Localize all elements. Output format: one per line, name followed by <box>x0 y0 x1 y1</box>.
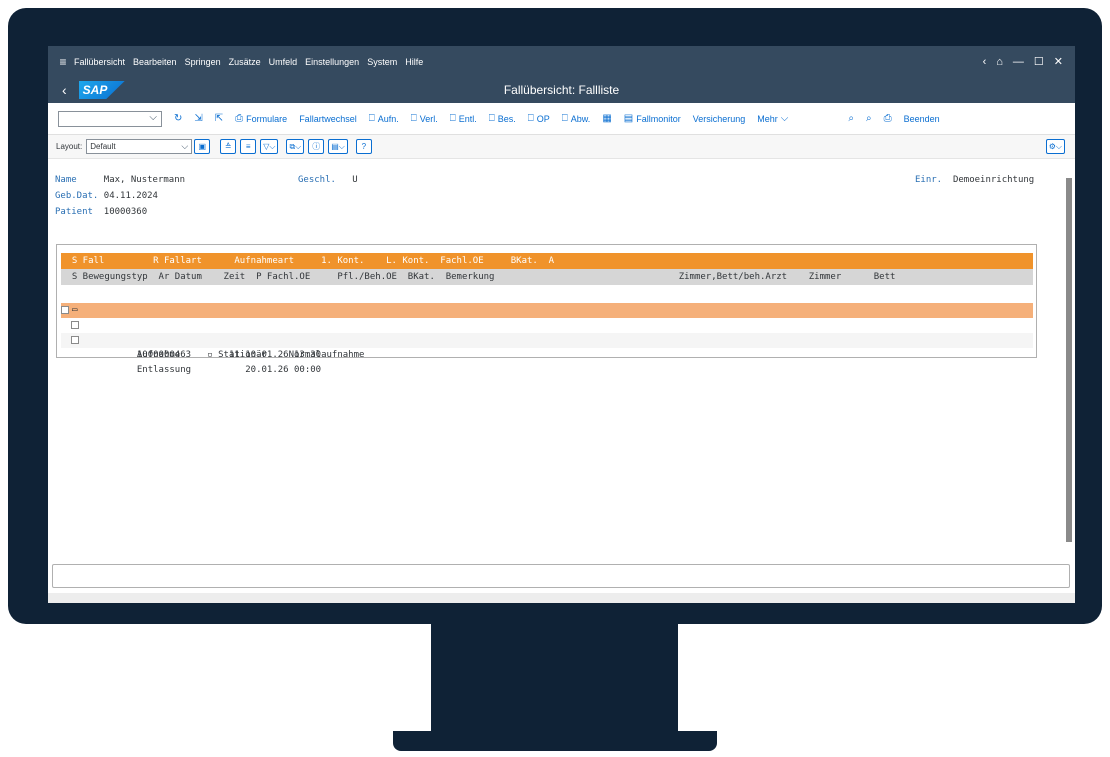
save-layout-icon[interactable]: ▣ <box>194 139 211 154</box>
filter-icon[interactable]: ▽⌵ <box>260 139 279 154</box>
menu-hilfe[interactable]: Hilfe <box>405 57 423 67</box>
sort-icon[interactable]: ≡ <box>240 139 257 154</box>
document-icon: ⎕ <box>527 113 534 124</box>
document-icon: ⎕ <box>561 113 568 124</box>
menu-bearbeiten[interactable]: Bearbeiten <box>133 57 177 67</box>
table-header-case: S Fall R Fallart Aufnahmeart 1. Kont. L.… <box>61 253 1033 269</box>
sap-window: ≡ Fallübersicht Bearbeiten Springen Zusä… <box>48 46 1075 603</box>
monitor-stand-base <box>393 731 717 751</box>
message-field[interactable] <box>52 564 1070 588</box>
versicherung-button[interactable]: Versicherung <box>693 114 746 124</box>
settings-icon[interactable]: ⚙⌵ <box>1045 139 1065 154</box>
view-menu-icon[interactable]: ▤⌵ <box>328 139 348 154</box>
mehr-button[interactable]: Mehr ⌵ <box>757 113 788 124</box>
menu-bar: ≡ Fallübersicht Bearbeiten Springen Zusä… <box>48 46 1075 77</box>
geschl-line: Geschl. U <box>298 175 358 185</box>
search-next-icon[interactable]: ⌕ <box>866 113 872 124</box>
beenden-button[interactable]: Beenden <box>904 114 940 124</box>
maximize-icon[interactable]: ☐ <box>1034 55 1044 68</box>
case-table: S Fall R Fallart Aufnahmeart 1. Kont. L.… <box>56 244 1037 375</box>
refresh-icon[interactable]: ↻ <box>174 113 182 124</box>
title-bar: ‹ SAP Fallübersicht: Fallliste <box>48 77 1075 103</box>
fallartwechsel-button[interactable]: Fallartwechsel <box>299 114 357 124</box>
formulare-button[interactable]: ⎙ Formulare <box>235 113 287 124</box>
monitor-frame: ≡ Fallübersicht Bearbeiten Springen Zusä… <box>8 8 1102 624</box>
table-row-case[interactable]: ▭ 1000000463 ▫ Stationär Normalaufnahme <box>61 303 1033 360</box>
info-icon[interactable]: ⓘ <box>308 139 325 154</box>
calculator-icon[interactable]: ▦ <box>602 113 611 124</box>
menu-einstellungen[interactable]: Einstellungen <box>305 57 359 67</box>
command-combo[interactable]: ⌵ <box>58 110 162 127</box>
printer-icon[interactable]: ⎙ <box>884 113 892 124</box>
document-icon: ⎕ <box>368 113 375 124</box>
chevron-down-icon: ⌵ <box>780 113 789 124</box>
menu-umfeld[interactable]: Umfeld <box>269 57 298 67</box>
monitor-stand-neck <box>431 623 678 733</box>
window-controls: ‹ ⌂ — ☐ ✕ <box>983 55 1063 69</box>
bes-button[interactable]: ⎕ Bes. <box>489 113 516 124</box>
menu-springen[interactable]: Springen <box>185 57 221 67</box>
menu-falluebersicht[interactable]: Fallübersicht <box>74 57 125 67</box>
hamburger-menu-icon[interactable]: ≡ <box>52 55 74 69</box>
layout-select[interactable]: Default ⌵ <box>86 139 193 154</box>
layout-bar: Layout: Default ⌵ ▣ ≙ ≡ ▽⌵ ⧉⌵ ⓘ ▤⌵ ? ⚙⌵ <box>48 135 1075 159</box>
close-icon[interactable]: ✕ <box>1054 55 1063 68</box>
op-button[interactable]: ⎕ OP <box>528 113 550 124</box>
document-icon: ⎕ <box>410 113 417 124</box>
collapse-icon[interactable]: ‹ <box>983 56 987 68</box>
document-icon: ⎕ <box>449 113 456 124</box>
vertical-scrollbar[interactable] <box>1065 164 1073 556</box>
patient-line: Patient 10000360 <box>55 207 148 217</box>
gebdat-line: Geb.Dat. 04.11.2024 <box>55 191 158 201</box>
application-toolbar: ⌵ ↻ ⇲ ⇱ ⎙ Formulare Fallartwechsel ⎕ Aufn.… <box>48 103 1075 135</box>
page-title: Fallübersicht: Fallliste <box>503 83 620 97</box>
help-icon[interactable]: ? <box>355 139 372 154</box>
menu-system[interactable]: System <box>367 57 397 67</box>
print-icon: ⎙ <box>235 113 244 124</box>
search-icon[interactable]: ⌕ <box>848 113 854 124</box>
grid-icon: ▤ <box>623 113 634 124</box>
scrollbar-thumb[interactable] <box>1066 178 1072 542</box>
aufn-button[interactable]: ⎕ Aufn. <box>369 113 399 124</box>
export-menu-icon[interactable]: ⧉⌵ <box>286 139 305 154</box>
menu-zusaetze[interactable]: Zusätze <box>229 57 261 67</box>
details-icon[interactable]: ≙ <box>220 139 237 154</box>
document-icon: ⎕ <box>488 113 495 124</box>
export-icon[interactable]: ⇲ <box>194 113 202 124</box>
folder-icon: ▭ <box>72 305 78 315</box>
import-icon[interactable]: ⇱ <box>215 113 223 124</box>
einr-line: Einr. Demoeinrichtung <box>915 175 1035 185</box>
row-checkbox[interactable] <box>71 321 79 329</box>
case-list-content: Name Max, Nustermann Geschl. U Einr. Dem… <box>48 159 1063 563</box>
lock-icon[interactable]: ⌂ <box>996 56 1003 68</box>
table-row[interactable]: Aufnahme 11 10.01.26 13:30 <box>61 318 1033 360</box>
table-row[interactable]: Entlassung 20.01.26 00:00 <box>61 333 1033 375</box>
status-bar <box>48 593 1075 603</box>
abw-button[interactable]: ⎕ Abw. <box>562 113 591 124</box>
verl-button[interactable]: ⎕ Verl. <box>411 113 438 124</box>
entl-button[interactable]: ⎕ Entl. <box>450 113 477 124</box>
fallmonitor-button[interactable]: ▤ Fallmonitor <box>624 113 681 124</box>
row-checkbox[interactable] <box>71 336 79 344</box>
chevron-down-icon: ⌵ <box>181 141 189 151</box>
row-checkbox[interactable] <box>61 306 69 314</box>
table-header-movement: S Bewegungstyp Ar Datum Zeit P Fachl.OE … <box>61 269 1033 285</box>
minimize-icon[interactable]: — <box>1013 56 1024 68</box>
layout-label: Layout: <box>56 142 83 151</box>
name-line: Name Max, Nustermann <box>55 175 186 185</box>
chevron-down-icon: ⌵ <box>149 111 157 123</box>
